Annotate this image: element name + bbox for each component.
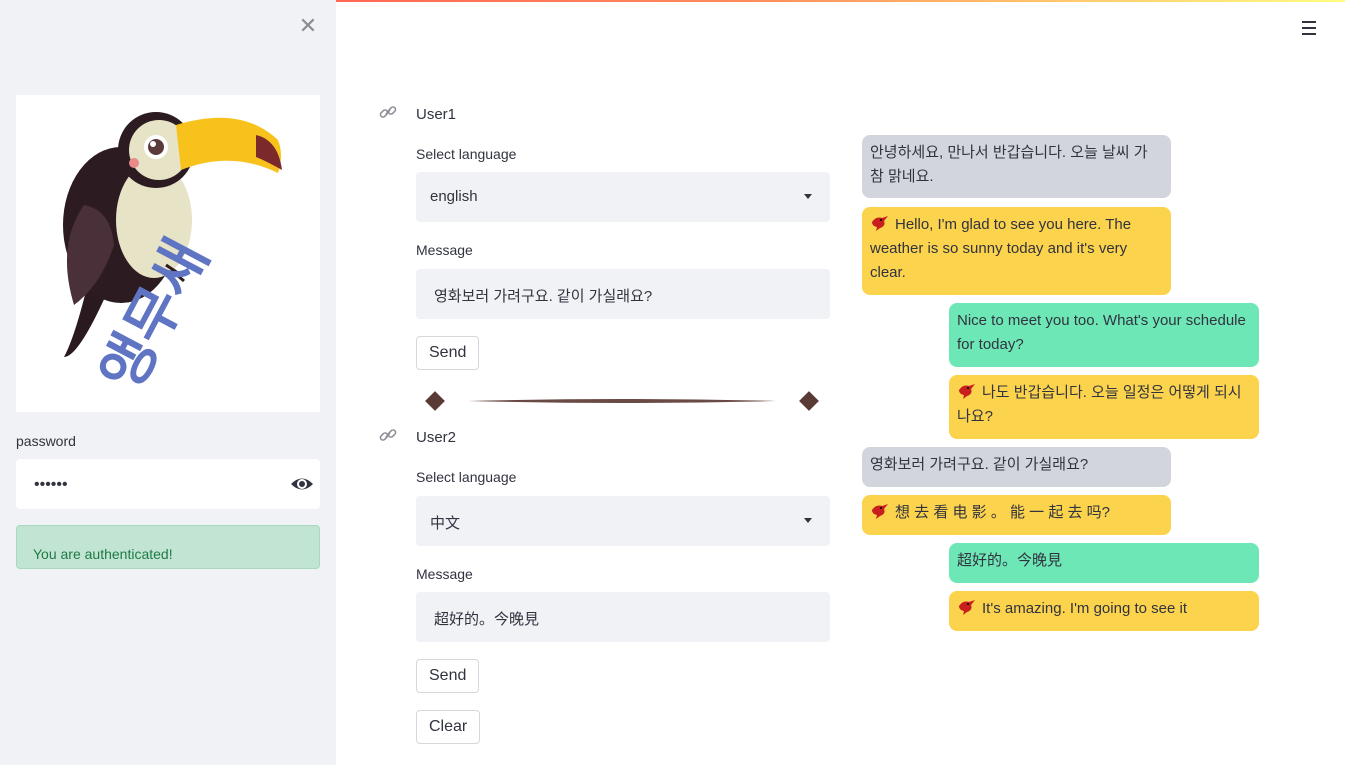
chat-bubble-translation: 想 去 看 电 影 。 能 一 起 去 吗? <box>862 495 1171 535</box>
user2-language-select[interactable]: 中文 <box>416 496 830 546</box>
chat-bubble-text: 안녕하세요, 만나서 반갑습니다. 오늘 날씨 가 참 맑네요. <box>870 144 1148 185</box>
user1-message-label: Message <box>416 242 473 258</box>
bird-icon <box>959 384 975 399</box>
eye-icon[interactable] <box>290 473 314 495</box>
chat-bubble-text: 想 去 看 电 影 。 能 一 起 去 吗? <box>895 504 1111 521</box>
auth-message: You are authenticated! <box>33 546 173 562</box>
chat-bubble-text: 超好的。今晚見 <box>957 552 1063 569</box>
user1-message-input[interactable] <box>432 282 816 308</box>
link-icon[interactable] <box>378 425 398 445</box>
bird-icon <box>959 600 975 615</box>
chat-bubble-original: 영화보러 가려구요. 같이 가실래요? <box>862 447 1171 487</box>
user2-message-label: Message <box>416 566 473 582</box>
sidebar: ✕ 앵무새 password You are authenticated! <box>0 0 336 765</box>
bird-icon <box>872 504 888 519</box>
user2-language-value: 中文 <box>430 515 461 532</box>
bird-icon <box>872 216 888 231</box>
user1-message-field[interactable] <box>416 269 830 319</box>
chat-bubble-text: It's amazing. I'm going to see it <box>982 600 1187 617</box>
chat-bubble-original: 안녕하세요, 만나서 반갑습니다. 오늘 날씨 가 참 맑네요. <box>862 135 1171 198</box>
user1-language-label: Select language <box>416 146 517 162</box>
user1-language-select[interactable]: english <box>416 172 830 222</box>
chat-bubble-text: 나도 반갑습니다. 오늘 일정은 어떻게 되시나요? <box>957 384 1242 425</box>
clear-button[interactable]: Clear <box>416 710 481 744</box>
chat-bubble-text: Hello, I'm glad to see you here. The wea… <box>870 216 1132 281</box>
user2-send-button[interactable]: Send <box>416 659 480 693</box>
user2-message-input[interactable] <box>432 605 816 631</box>
user1-language-value: english <box>430 188 478 205</box>
chat-bubble-translation: 나도 반갑습니다. 오늘 일정은 어떻게 되시나요? <box>949 375 1259 439</box>
user1-title: User1 <box>416 106 457 123</box>
chat-bubble-original: Nice to meet you too. What's your schedu… <box>949 303 1259 367</box>
auth-success-alert: You are authenticated! <box>16 525 320 569</box>
user2-title: User2 <box>416 429 457 446</box>
chat-bubble-text: 영화보러 가려구요. 같이 가실래요? <box>870 456 1089 473</box>
hamburger-menu-icon[interactable] <box>1298 18 1320 38</box>
password-label: password <box>16 433 76 449</box>
password-field[interactable] <box>16 459 320 509</box>
chevron-down-icon <box>804 194 812 199</box>
close-icon[interactable]: ✕ <box>296 14 320 38</box>
password-input[interactable] <box>32 472 266 498</box>
chat-bubble-original: 超好的。今晚見 <box>949 543 1259 583</box>
chat-bubble-translation: Hello, I'm glad to see you here. The wea… <box>862 207 1171 295</box>
chevron-down-icon <box>804 518 812 523</box>
user1-send-button[interactable]: Send <box>416 336 480 370</box>
chat-bubble-translation: It's amazing. I'm going to see it <box>949 591 1259 631</box>
decorative-divider <box>425 391 819 411</box>
toucan-logo: 앵무새 <box>16 95 320 412</box>
user2-message-field[interactable] <box>416 592 830 642</box>
user2-language-label: Select language <box>416 469 517 485</box>
chat-bubble-text: Nice to meet you too. What's your schedu… <box>957 312 1246 353</box>
link-icon[interactable] <box>378 102 398 122</box>
